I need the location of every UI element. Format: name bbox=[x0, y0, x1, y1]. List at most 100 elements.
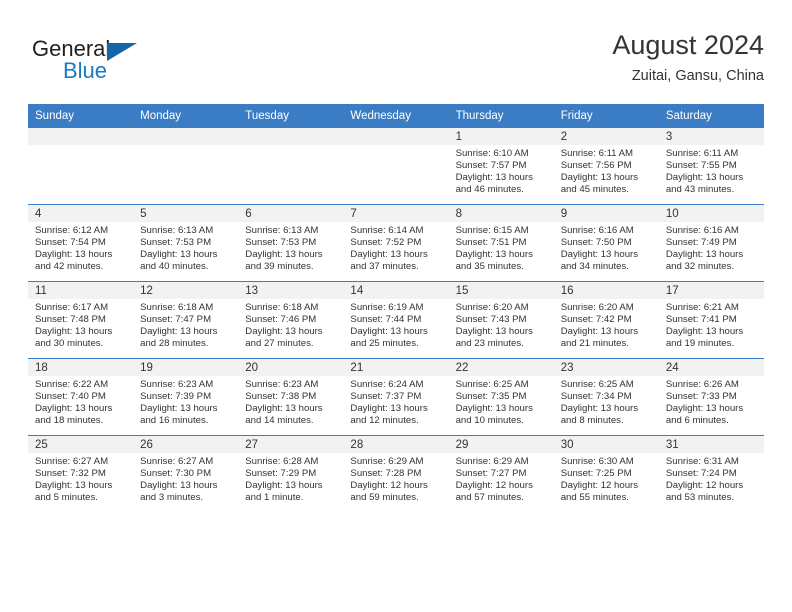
day-number: 14 bbox=[343, 282, 449, 299]
calendar-day-cell[interactable]: 9 Sunrise: 6:16 AM Sunset: 7:50 PM Daylight… bbox=[553, 204, 659, 282]
day-detail-daylight1: Daylight: 13 hours bbox=[35, 249, 113, 261]
day-number: 27 bbox=[238, 436, 344, 453]
day-detail-sunrise: Sunrise: 6:30 AM bbox=[560, 456, 634, 467]
day-detail-daylight1: Daylight: 13 hours bbox=[35, 403, 113, 415]
page-header: General Blue August 2024 Zuitai, Gansu, … bbox=[28, 28, 764, 98]
day-details: Sunrise: 6:24 AM Sunset: 7:37 PM Daylight:… bbox=[343, 376, 448, 427]
calendar-day-cell[interactable]: 16 Sunrise: 6:20 AM Sunset: 7:42 PM Dayligh… bbox=[553, 281, 659, 359]
day-number: 26 bbox=[133, 436, 239, 453]
calendar-day-cell[interactable]: 27 Sunrise: 6:28 AM Sunset: 7:29 PM Dayligh… bbox=[238, 435, 344, 512]
calendar-day-cell[interactable]: 25 Sunrise: 6:27 AM Sunset: 7:32 PM Dayligh… bbox=[28, 435, 134, 512]
calendar-day-cell[interactable]: 30 Sunrise: 6:30 AM Sunset: 7:25 PM Dayligh… bbox=[553, 435, 659, 512]
calendar-day-cell[interactable]: 13 Sunrise: 6:18 AM Sunset: 7:46 PM Dayligh… bbox=[238, 281, 344, 359]
day-detail-daylight2: and 16 minutes. bbox=[140, 415, 209, 427]
calendar-day-cell[interactable]: 3 Sunrise: 6:11 AM Sunset: 7:55 PM Daylight… bbox=[658, 127, 764, 205]
calendar-cell-inner: 17 Sunrise: 6:21 AM Sunset: 7:41 PM Dayligh… bbox=[658, 282, 764, 358]
day-number: 30 bbox=[553, 436, 659, 453]
calendar-cell-inner bbox=[343, 128, 449, 204]
calendar-day-cell[interactable]: 19 Sunrise: 6:23 AM Sunset: 7:39 PM Dayligh… bbox=[133, 358, 239, 436]
calendar-day-cell[interactable]: 5 Sunrise: 6:13 AM Sunset: 7:53 PM Daylight… bbox=[133, 204, 239, 282]
calendar-cell-inner: 14 Sunrise: 6:19 AM Sunset: 7:44 PM Dayligh… bbox=[343, 282, 449, 358]
day-detail-sunrise: Sunrise: 6:15 AM bbox=[455, 225, 529, 236]
day-detail-daylight1: Daylight: 13 hours bbox=[665, 403, 744, 415]
day-number: 13 bbox=[238, 282, 344, 299]
day-details: Sunrise: 6:31 AM Sunset: 7:24 PM Daylight:… bbox=[659, 453, 764, 504]
day-detail-sunset: Sunset: 7:48 PM bbox=[35, 314, 106, 326]
calendar-day-cell[interactable]: 12 Sunrise: 6:18 AM Sunset: 7:47 PM Dayligh… bbox=[133, 281, 239, 359]
day-detail-daylight1: Daylight: 13 hours bbox=[560, 249, 639, 261]
calendar-day-cell[interactable]: 7 Sunrise: 6:14 AM Sunset: 7:52 PM Daylight… bbox=[343, 204, 449, 282]
weekday-header-sunday: Sunday bbox=[28, 104, 134, 128]
day-details: Sunrise: 6:29 AM Sunset: 7:28 PM Daylight:… bbox=[343, 453, 448, 504]
day-detail-sunrise: Sunrise: 6:21 AM bbox=[665, 302, 739, 313]
day-detail-daylight2: and 18 minutes. bbox=[35, 415, 104, 427]
day-detail-daylight2: and 55 minutes. bbox=[560, 492, 629, 504]
day-details: Sunrise: 6:10 AM Sunset: 7:57 PM Daylight:… bbox=[449, 145, 554, 196]
day-detail-sunrise: Sunrise: 6:29 AM bbox=[350, 456, 424, 467]
day-detail-daylight2: and 3 minutes. bbox=[140, 492, 204, 504]
day-details: Sunrise: 6:16 AM Sunset: 7:50 PM Daylight:… bbox=[554, 222, 659, 273]
calendar-day-cell[interactable]: 20 Sunrise: 6:23 AM Sunset: 7:38 PM Dayligh… bbox=[238, 358, 344, 436]
day-details: Sunrise: 6:11 AM Sunset: 7:55 PM Daylight:… bbox=[659, 145, 764, 196]
calendar-day-cell[interactable]: 2 Sunrise: 6:11 AM Sunset: 7:56 PM Daylight… bbox=[553, 127, 659, 205]
calendar-day-cell[interactable]: 14 Sunrise: 6:19 AM Sunset: 7:44 PM Dayligh… bbox=[343, 281, 449, 359]
day-detail-daylight2: and 23 minutes. bbox=[455, 338, 524, 350]
calendar-day-cell[interactable]: 15 Sunrise: 6:20 AM Sunset: 7:43 PM Dayligh… bbox=[448, 281, 554, 359]
day-detail-sunrise: Sunrise: 6:10 AM bbox=[455, 148, 529, 159]
day-number: 5 bbox=[133, 205, 239, 222]
calendar-day-cell[interactable]: 17 Sunrise: 6:21 AM Sunset: 7:41 PM Dayligh… bbox=[658, 281, 764, 359]
day-detail-daylight2: and 59 minutes. bbox=[350, 492, 419, 504]
calendar-day-cell[interactable]: 21 Sunrise: 6:24 AM Sunset: 7:37 PM Dayligh… bbox=[343, 358, 449, 436]
calendar-day-cell[interactable]: 24 Sunrise: 6:26 AM Sunset: 7:33 PM Dayligh… bbox=[658, 358, 764, 436]
day-detail-daylight2: and 39 minutes. bbox=[245, 261, 314, 273]
calendar-day-cell[interactable]: 23 Sunrise: 6:25 AM Sunset: 7:34 PM Dayligh… bbox=[553, 358, 659, 436]
calendar-day-cell[interactable]: 11 Sunrise: 6:17 AM Sunset: 7:48 PM Dayligh… bbox=[28, 281, 134, 359]
calendar-day-cell[interactable]: 10 Sunrise: 6:16 AM Sunset: 7:49 PM Dayligh… bbox=[658, 204, 764, 282]
calendar-day-cell[interactable]: 28 Sunrise: 6:29 AM Sunset: 7:28 PM Dayligh… bbox=[343, 435, 449, 512]
weekday-header-monday: Monday bbox=[133, 104, 239, 128]
calendar-day-cell[interactable]: 22 Sunrise: 6:25 AM Sunset: 7:35 PM Dayligh… bbox=[448, 358, 554, 436]
calendar-cell-empty bbox=[28, 127, 134, 205]
day-number: 7 bbox=[343, 205, 449, 222]
day-detail-daylight1: Daylight: 13 hours bbox=[665, 172, 744, 184]
general-blue-logo[interactable]: General Blue bbox=[32, 36, 172, 92]
day-detail-sunset: Sunset: 7:28 PM bbox=[350, 468, 422, 480]
day-detail-sunset: Sunset: 7:57 PM bbox=[455, 160, 527, 172]
calendar-day-cell[interactable]: 6 Sunrise: 6:13 AM Sunset: 7:53 PM Daylight… bbox=[238, 204, 344, 282]
day-number: 29 bbox=[448, 436, 554, 453]
day-detail-sunrise: Sunrise: 6:31 AM bbox=[665, 456, 739, 467]
day-detail-sunrise: Sunrise: 6:23 AM bbox=[245, 379, 319, 390]
calendar-cell-inner: 11 Sunrise: 6:17 AM Sunset: 7:48 PM Dayligh… bbox=[28, 282, 134, 358]
day-detail-sunset: Sunset: 7:27 PM bbox=[455, 468, 527, 480]
day-details: Sunrise: 6:23 AM Sunset: 7:39 PM Daylight:… bbox=[133, 376, 238, 427]
page-title: August 2024 bbox=[612, 30, 764, 60]
day-detail-daylight2: and 12 minutes. bbox=[350, 415, 419, 427]
day-detail-daylight1: Daylight: 13 hours bbox=[560, 326, 639, 338]
day-number: 12 bbox=[133, 282, 239, 299]
day-details: Sunrise: 6:14 AM Sunset: 7:52 PM Daylight:… bbox=[343, 222, 448, 273]
day-number: 6 bbox=[238, 205, 344, 222]
day-detail-sunrise: Sunrise: 6:18 AM bbox=[140, 302, 214, 313]
day-detail-daylight1: Daylight: 12 hours bbox=[560, 480, 639, 492]
calendar-day-cell[interactable]: 31 Sunrise: 6:31 AM Sunset: 7:24 PM Dayligh… bbox=[658, 435, 764, 512]
weekday-header-thursday: Thursday bbox=[448, 104, 554, 128]
calendar-cell-inner: 8 Sunrise: 6:15 AM Sunset: 7:51 PM Daylight… bbox=[448, 205, 554, 281]
day-detail-daylight1: Daylight: 13 hours bbox=[245, 326, 323, 338]
day-detail-sunrise: Sunrise: 6:19 AM bbox=[350, 302, 424, 313]
calendar-day-cell[interactable]: 4 Sunrise: 6:12 AM Sunset: 7:54 PM Daylight… bbox=[28, 204, 134, 282]
day-detail-daylight2: and 8 minutes. bbox=[560, 415, 624, 427]
calendar-day-cell[interactable]: 1 Sunrise: 6:10 AM Sunset: 7:57 PM Daylight… bbox=[448, 127, 554, 205]
calendar-day-cell[interactable]: 26 Sunrise: 6:27 AM Sunset: 7:30 PM Dayligh… bbox=[133, 435, 239, 512]
day-number: 31 bbox=[658, 436, 764, 453]
day-details: Sunrise: 6:21 AM Sunset: 7:41 PM Daylight:… bbox=[659, 299, 764, 350]
day-detail-daylight2: and 6 minutes. bbox=[665, 415, 729, 427]
day-detail-daylight1: Daylight: 13 hours bbox=[455, 172, 533, 184]
day-detail-daylight1: Daylight: 13 hours bbox=[35, 326, 113, 338]
calendar-day-cell[interactable]: 29 Sunrise: 6:29 AM Sunset: 7:27 PM Dayligh… bbox=[448, 435, 554, 512]
day-details: Sunrise: 6:25 AM Sunset: 7:35 PM Daylight:… bbox=[449, 376, 554, 427]
day-details bbox=[238, 145, 343, 148]
calendar-day-cell[interactable]: 18 Sunrise: 6:22 AM Sunset: 7:40 PM Dayligh… bbox=[28, 358, 134, 436]
calendar-cell-inner: 4 Sunrise: 6:12 AM Sunset: 7:54 PM Daylight… bbox=[28, 205, 134, 281]
calendar-day-cell[interactable]: 8 Sunrise: 6:15 AM Sunset: 7:51 PM Daylight… bbox=[448, 204, 554, 282]
day-detail-sunrise: Sunrise: 6:29 AM bbox=[455, 456, 529, 467]
